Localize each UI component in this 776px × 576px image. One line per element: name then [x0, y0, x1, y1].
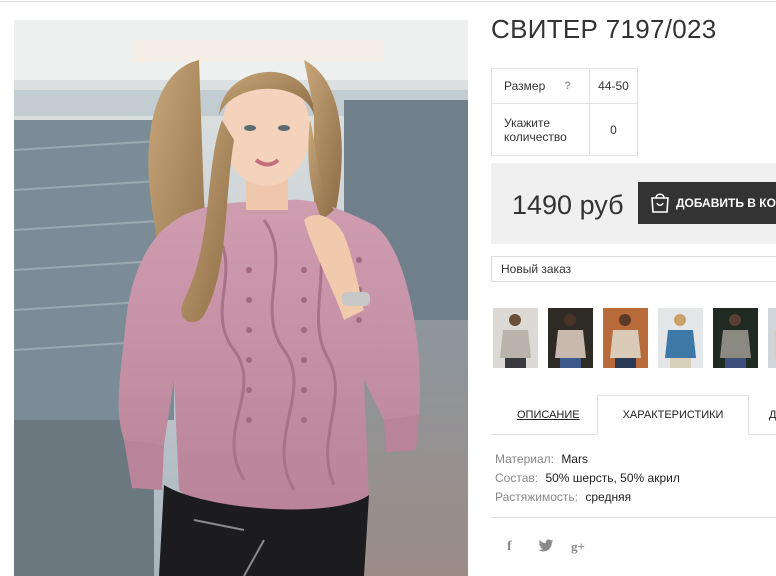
add-to-cart-button[interactable]: ДОБАВИТЬ В КОРЗИНУ	[638, 182, 776, 224]
spec-value: 50% шерсть, 50% акрил	[545, 471, 680, 485]
add-to-cart-label: ДОБАВИТЬ В КОРЗИНУ	[676, 196, 776, 210]
share-divider	[491, 517, 776, 518]
size-value[interactable]: 44-50	[589, 68, 638, 104]
spec-value: средняя	[585, 490, 632, 504]
order-select[interactable]: Новый заказ	[491, 256, 776, 282]
product-title: СВИТЕР 7197/023	[491, 14, 717, 44]
price: 1490 руб	[512, 190, 624, 220]
facebook-icon[interactable]: f	[507, 539, 512, 555]
thumb-image	[768, 308, 776, 368]
tab-characteristics[interactable]: ХАРАКТЕРИСТИКИ	[597, 395, 749, 435]
thumbnail[interactable]	[603, 308, 648, 368]
thumb-image	[548, 308, 593, 368]
tab-description[interactable]: ОПИСАНИЕ	[517, 409, 580, 421]
thumbnail[interactable]	[768, 308, 776, 368]
quantity-row: Укажите количество 0	[491, 103, 638, 156]
specs-list: Материал: Mars Состав: 50% шерсть, 50% а…	[495, 450, 680, 507]
thumb-image	[603, 308, 648, 368]
size-label: Размер	[504, 79, 546, 93]
tab-characteristics-label: ХАРАКТЕРИСТИКИ	[622, 409, 724, 421]
shopping-bag-icon	[651, 193, 669, 213]
thumbnail-gallery	[493, 308, 776, 370]
header-divider	[0, 1, 776, 2]
spec-key: Растяжимость:	[495, 490, 579, 504]
quantity-label: Укажите количество	[491, 103, 590, 156]
size-row: Размер ? 44-50	[491, 68, 638, 104]
spec-value: Mars	[561, 452, 588, 466]
price-box: 1490 руб ДОБАВИТЬ В КОРЗИНУ	[491, 163, 776, 244]
photo-illustration	[14, 20, 468, 576]
spec-composition: Состав: 50% шерсть, 50% акрил	[495, 469, 680, 488]
thumbnail[interactable]	[493, 308, 538, 368]
product-page: СВИТЕР 7197/023 Размер ? 44-50 Укажите к…	[0, 0, 776, 576]
thumbnail[interactable]	[658, 308, 703, 368]
options-table: Размер ? 44-50 Укажите количество 0	[491, 68, 638, 156]
size-label-cell: Размер ?	[491, 68, 590, 104]
quantity-input[interactable]: 0	[589, 103, 638, 156]
spec-stretch: Растяжимость: средняя	[495, 488, 680, 507]
help-icon[interactable]: ?	[564, 80, 571, 92]
thumb-image	[493, 308, 538, 368]
tab-next[interactable]: Д	[769, 409, 776, 421]
google-plus-icon[interactable]: g+	[571, 539, 585, 555]
thumb-image	[713, 308, 758, 368]
thumbnail[interactable]	[713, 308, 758, 368]
twitter-icon[interactable]	[538, 539, 554, 553]
spec-key: Материал:	[495, 452, 554, 466]
thumbnail[interactable]	[548, 308, 593, 368]
thumb-image	[658, 308, 703, 368]
product-main-photo[interactable]	[14, 20, 468, 576]
spec-key: Состав:	[495, 471, 539, 485]
spec-material: Материал: Mars	[495, 450, 680, 469]
